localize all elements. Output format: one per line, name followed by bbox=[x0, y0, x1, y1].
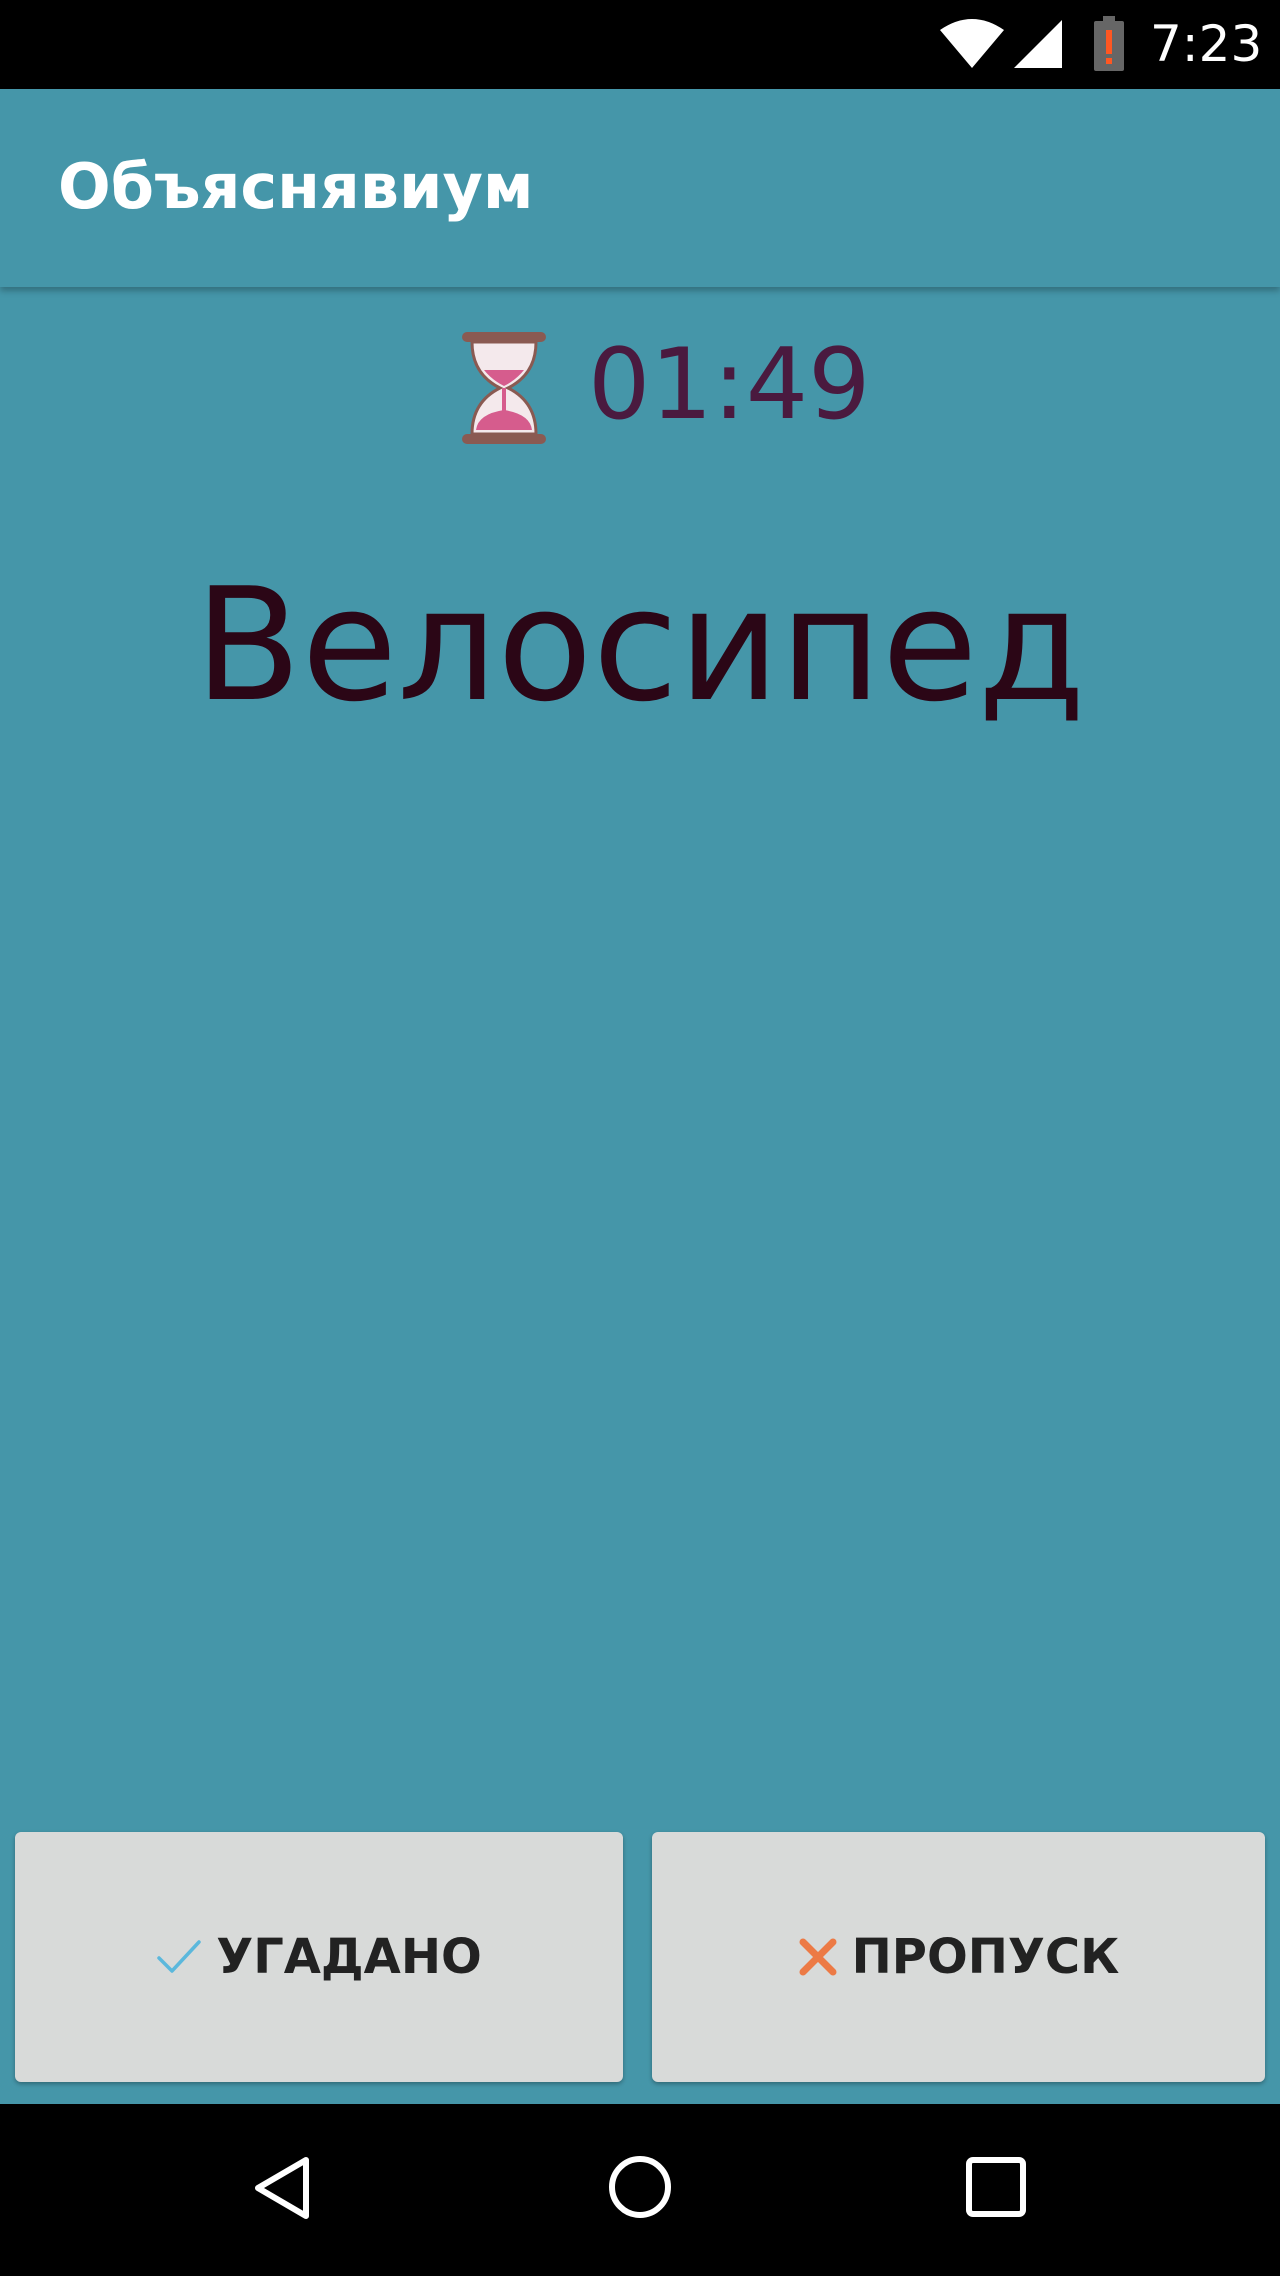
timer: 01:49 bbox=[0, 320, 1280, 450]
game-screen: 7:23 Объяснявиум 01:49 Велосипед УГАДАНО bbox=[0, 0, 1280, 2276]
timer-value: 01:49 bbox=[588, 328, 871, 442]
wifi-icon bbox=[940, 18, 1004, 74]
back-icon[interactable] bbox=[250, 2154, 314, 2226]
skip-button[interactable]: ПРОПУСК bbox=[652, 1832, 1265, 2082]
guessed-button-label: УГАДАНО bbox=[216, 1929, 482, 1985]
status-time: 7:23 bbox=[1150, 15, 1263, 73]
app-title: Объяснявиум bbox=[58, 150, 534, 223]
recents-icon[interactable] bbox=[965, 2156, 1027, 2222]
status-bar: 7:23 bbox=[0, 0, 1280, 89]
skip-button-label: ПРОПУСК bbox=[851, 1929, 1120, 1985]
guessed-button[interactable]: УГАДАНО bbox=[15, 1832, 623, 2082]
navigation-bar bbox=[0, 2104, 1280, 2276]
app-bar: Объяснявиум bbox=[0, 89, 1280, 287]
battery-alert-icon bbox=[1092, 16, 1126, 76]
current-word: Велосипед bbox=[194, 554, 1086, 736]
cross-icon bbox=[798, 1937, 838, 1977]
hourglass-icon bbox=[460, 330, 548, 450]
home-icon[interactable] bbox=[607, 2154, 673, 2224]
check-icon bbox=[156, 1938, 202, 1976]
cell-signal-icon bbox=[1012, 18, 1064, 74]
